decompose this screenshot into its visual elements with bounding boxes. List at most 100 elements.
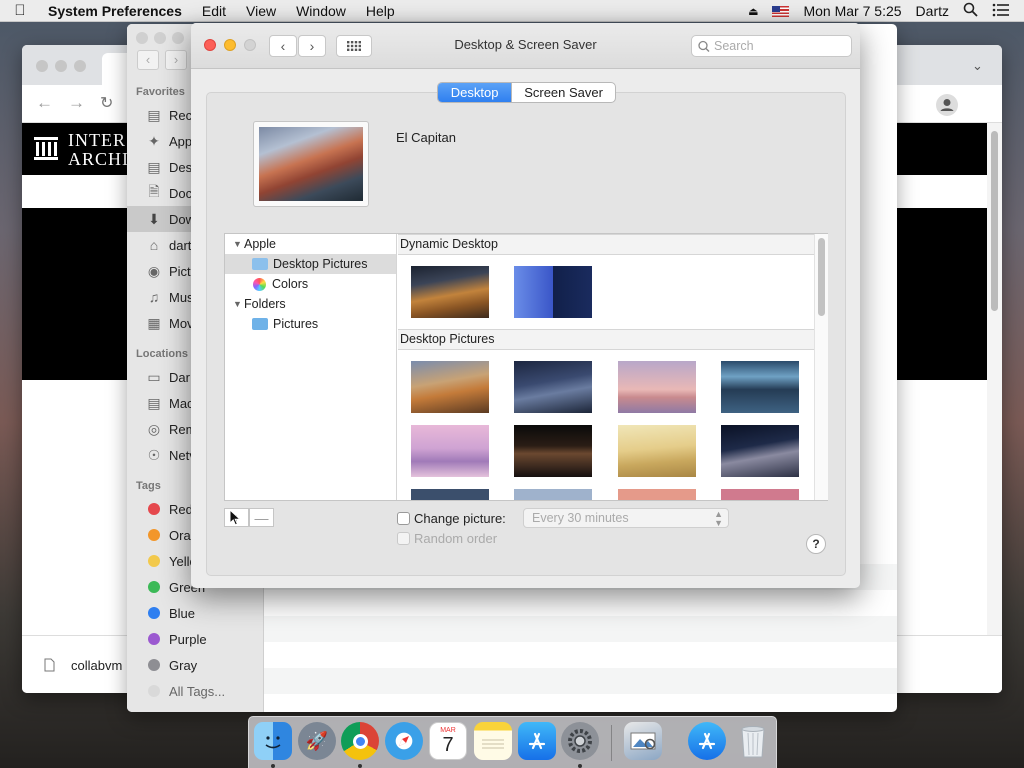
wallpaper-thumb-lake[interactable] <box>721 361 799 413</box>
user-menu[interactable]: Dartz <box>916 3 949 19</box>
favorites-header: Favorites <box>136 86 185 98</box>
system-preferences-dock-icon[interactable] <box>561 722 599 760</box>
wallpaper-thumb-row3-2[interactable] <box>514 489 592 500</box>
wallpaper-thumb-dark-dunes[interactable] <box>721 425 799 477</box>
search-placeholder: Search <box>714 39 754 53</box>
wallpaper-thumb-rock[interactable] <box>618 361 696 413</box>
eject-icon[interactable]: ⏏ <box>748 5 758 18</box>
app-store-downloads-dock-icon[interactable] <box>688 722 726 760</box>
disclosure-triangle-icon[interactable]: ▼ <box>233 239 244 249</box>
close-button[interactable] <box>204 39 216 51</box>
search-field[interactable]: Search <box>691 35 852 57</box>
browser-reload-icon[interactable]: ↻ <box>100 93 113 113</box>
disclosure-triangle-icon[interactable]: ▼ <box>233 299 244 309</box>
browser-minimize-button[interactable] <box>55 60 67 72</box>
wallpaper-thumb-row3-3[interactable] <box>618 489 696 500</box>
tree-group-folders[interactable]: ▼ Folders <box>225 294 396 314</box>
wallpaper-thumb-solar-gradients[interactable] <box>514 266 592 318</box>
sidebar-item-label: App <box>169 133 193 149</box>
remove-folder-button[interactable]: — <box>249 508 274 527</box>
wallpaper-thumb-dunes[interactable] <box>618 425 696 477</box>
running-indicator <box>578 764 582 768</box>
tab-screen-saver[interactable]: Screen Saver <box>511 83 615 102</box>
sidebar-tag-blue[interactable]: Blue <box>127 600 264 626</box>
wallpaper-thumb-mojave-day[interactable] <box>411 361 489 413</box>
wallpaper-thumb-pink-lake[interactable] <box>411 425 489 477</box>
tab-segmented-control: Desktop Screen Saver <box>437 82 616 103</box>
finder-back-button[interactable]: ‹ <box>137 50 159 70</box>
minimize-button[interactable] <box>224 39 236 51</box>
tree-label: Apple <box>244 237 276 251</box>
forward-button[interactable]: › <box>298 35 326 57</box>
browser-close-button[interactable] <box>36 60 48 72</box>
list-item[interactable] <box>264 668 897 694</box>
change-picture-checkbox[interactable] <box>397 512 410 525</box>
input-source-flag-icon[interactable] <box>772 5 790 17</box>
sidebar-tag-purple[interactable]: Purple <box>127 626 264 652</box>
finder-minimize-button[interactable] <box>154 32 166 44</box>
notes-dock-icon[interactable] <box>474 722 512 760</box>
finder-zoom-button[interactable] <box>172 32 184 44</box>
tree-item-pictures[interactable]: Pictures <box>225 314 396 334</box>
show-all-button[interactable] <box>336 35 372 57</box>
app-menu[interactable]: System Preferences <box>40 3 192 19</box>
help-button[interactable]: ? <box>806 534 826 554</box>
spotlight-search-icon[interactable] <box>963 2 978 20</box>
tree-item-colors[interactable]: Colors <box>225 274 396 294</box>
gallery-scrollbar[interactable] <box>814 234 828 500</box>
download-filename[interactable]: collabvm <box>71 658 122 673</box>
finder-close-button[interactable] <box>136 32 148 44</box>
preview-dock-icon[interactable] <box>624 722 662 760</box>
menu-window[interactable]: Window <box>286 3 356 19</box>
list-item[interactable] <box>264 590 897 616</box>
list-item[interactable] <box>264 616 897 642</box>
menu-edit[interactable]: Edit <box>192 3 236 19</box>
apple-menu-icon[interactable]:  <box>0 2 40 19</box>
wallpaper-thumb-row3-1[interactable] <box>411 489 489 500</box>
tree-group-apple[interactable]: ▼ Apple <box>225 234 396 254</box>
menu-view[interactable]: View <box>236 3 286 19</box>
chrome-dock-icon[interactable] <box>341 722 379 760</box>
sidebar-tag-gray[interactable]: Gray <box>127 652 264 678</box>
profile-avatar[interactable] <box>936 94 958 116</box>
zoom-button[interactable] <box>244 39 256 51</box>
browser-back-icon[interactable]: ← <box>36 93 53 113</box>
browser-scrollbar[interactable] <box>987 123 1002 693</box>
gallery-scroll-thumb[interactable] <box>818 238 825 316</box>
wallpaper-thumb-mojave[interactable] <box>411 266 489 318</box>
sidebar-item-label: dart <box>169 237 192 253</box>
launchpad-dock-icon[interactable]: 🚀 <box>298 722 336 760</box>
chevron-left-icon: ‹ <box>280 38 286 54</box>
browser-zoom-button[interactable] <box>74 60 86 72</box>
tab-desktop[interactable]: Desktop <box>438 83 512 102</box>
wallpaper-thumb-row3-4[interactable] <box>721 489 799 500</box>
home-icon: ⌂ <box>149 237 159 253</box>
sidebar-all-tags[interactable]: All Tags... <box>127 678 264 704</box>
browser-scroll-thumb[interactable] <box>991 131 998 311</box>
app-store-dock-icon[interactable] <box>518 722 556 760</box>
calendar-dock-icon[interactable]: MAR 7 <box>429 722 467 760</box>
finder-forward-button[interactable]: › <box>165 50 187 70</box>
list-item[interactable] <box>264 642 897 668</box>
tree-item-desktop-pictures[interactable]: Desktop Pictures <box>225 254 396 274</box>
wallpaper-thumb-mojave-night[interactable] <box>514 361 592 413</box>
interval-value: Every 30 minutes <box>532 511 629 525</box>
finder-dock-icon[interactable] <box>254 722 292 760</box>
trash-dock-icon[interactable] <box>734 722 772 760</box>
change-interval-select[interactable]: Every 30 minutes ▲ ▼ <box>523 508 729 528</box>
grid-icon <box>347 41 361 51</box>
section-header-dynamic-desktop: Dynamic Desktop <box>398 234 814 255</box>
menu-help[interactable]: Help <box>356 3 405 19</box>
sidebar-item-label: Mus <box>169 289 194 305</box>
wallpaper-thumb-night-city[interactable] <box>514 425 592 477</box>
safari-dock-icon[interactable] <box>385 722 423 760</box>
tags-header: Tags <box>136 480 161 492</box>
browser-forward-icon[interactable]: → <box>68 93 85 113</box>
back-button[interactable]: ‹ <box>269 35 297 57</box>
sidebar-item-label: Mov <box>169 315 194 331</box>
random-order-checkbox[interactable] <box>397 532 410 545</box>
tag-color-dot <box>148 529 160 541</box>
clock[interactable]: Mon Mar 7 5:25 <box>803 3 901 19</box>
notification-center-icon[interactable] <box>992 3 1010 20</box>
tab-list-chevron-icon[interactable]: ⌄ <box>972 58 983 74</box>
